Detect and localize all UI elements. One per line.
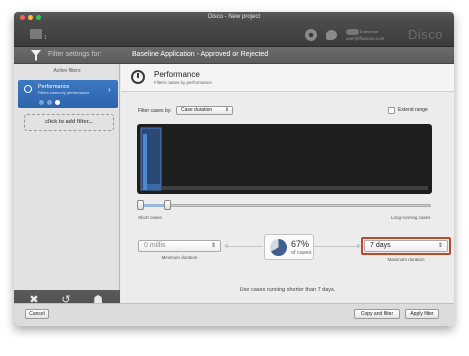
case-percentage-value: 67% (291, 239, 310, 249)
title-bar: Disco - New project (14, 12, 454, 23)
chat-icon[interactable] (326, 30, 337, 40)
filter-settings-prefix: Filter settings for: (48, 51, 102, 58)
duration-slider-track[interactable] (138, 204, 431, 207)
histogram-long-tail (161, 186, 428, 190)
chevron-right-icon: › (108, 85, 111, 94)
project-count: 1 (44, 35, 47, 41)
project-icon[interactable] (30, 29, 42, 39)
window-title: Disco - New project (207, 14, 260, 20)
histogram-graphic (140, 127, 428, 191)
max-duration-label: Maximum duration (387, 257, 425, 262)
app-logo: Disco (408, 27, 444, 42)
long-cases-label: Long-running cases (391, 215, 431, 220)
max-duration-value: 7 days (370, 242, 391, 249)
dialog-footer: Cancel Copy and filter Apply filter (14, 303, 454, 326)
case-percentage-label: of cases (291, 250, 312, 256)
min-duration-field[interactable]: 0 millis ⇕ (138, 240, 221, 252)
histogram-selected-tail (147, 184, 161, 190)
funnel-icon (31, 50, 41, 61)
filter-editor-subtitle: Filters cases by performance (154, 80, 212, 85)
active-filters-sidebar: Active filters Performance Filters cases… (14, 64, 120, 326)
filter-editor-header: Performance Filters cases by performance (121, 64, 454, 92)
chevron-updown-icon: ⇕ (224, 107, 229, 113)
copy-and-filter-button[interactable]: Copy and filter (354, 309, 400, 319)
account-badge (346, 29, 359, 35)
case-percentage-box: 67% of cases (264, 234, 314, 260)
filter-by-value: Case duration (181, 107, 213, 113)
filter-item-toggle-dot[interactable] (39, 100, 44, 105)
extend-range-label: Extend range (398, 107, 428, 113)
filter-summary: Use cases running shorter than 7 days. (239, 287, 336, 293)
gear-icon[interactable] (305, 29, 317, 41)
stopwatch-icon (24, 85, 32, 93)
filter-by-label: Filter cases by: (138, 108, 172, 114)
max-duration-handle[interactable] (164, 200, 171, 210)
duration-histogram[interactable] (137, 124, 432, 194)
case-percentage-pie (270, 239, 287, 256)
chevron-updown-icon: ⇕ (437, 243, 443, 249)
account-email: user@fluxicon.com (346, 36, 385, 41)
cancel-button[interactable]: Cancel (25, 309, 49, 319)
account-info[interactable]: Enterprise user@fluxicon.com (346, 29, 394, 41)
chevron-updown-icon: ⇕ (210, 243, 216, 249)
short-cases-label: Short cases (138, 215, 162, 220)
filter-item-edit-dot[interactable] (47, 100, 52, 105)
account-edition: Enterprise (360, 29, 379, 34)
filter-settings-bar: Filter settings for: Baseline Applicatio… (14, 47, 454, 64)
min-duration-label: Minimum duration (161, 255, 198, 260)
min-duration-handle[interactable] (137, 200, 144, 210)
filter-item-remove-icon[interactable] (55, 100, 60, 105)
filter-item-performance[interactable]: Performance Filters cases by performance… (18, 80, 118, 108)
max-duration-field[interactable]: 7 days ⇕ (364, 240, 448, 252)
active-filters-header: Active filters (53, 68, 81, 74)
add-filter-dropzone[interactable]: click to add filter... (24, 114, 114, 131)
filter-editor: Performance Filters cases by performance… (121, 64, 454, 326)
stopwatch-icon (131, 70, 145, 84)
right-connector-arrow (314, 243, 361, 249)
histogram-peak-bar (143, 134, 147, 190)
toolbar: 1 Enterprise user@fluxicon.com Disco (14, 23, 454, 47)
apply-filter-button[interactable]: Apply filter (405, 309, 439, 319)
dataset-name: Baseline Application - Approved or Rejec… (132, 51, 269, 58)
filter-editor-title: Performance (154, 70, 200, 79)
min-duration-value: 0 millis (144, 242, 166, 249)
checkbox-box[interactable] (388, 107, 395, 114)
left-connector-arrow (224, 243, 263, 249)
app-window: Disco - New project 1 Enterprise user@fl… (14, 12, 454, 326)
filter-item-subtitle: Filters cases by performance (38, 90, 90, 95)
filter-by-select[interactable]: Case duration ⇕ (176, 106, 233, 115)
